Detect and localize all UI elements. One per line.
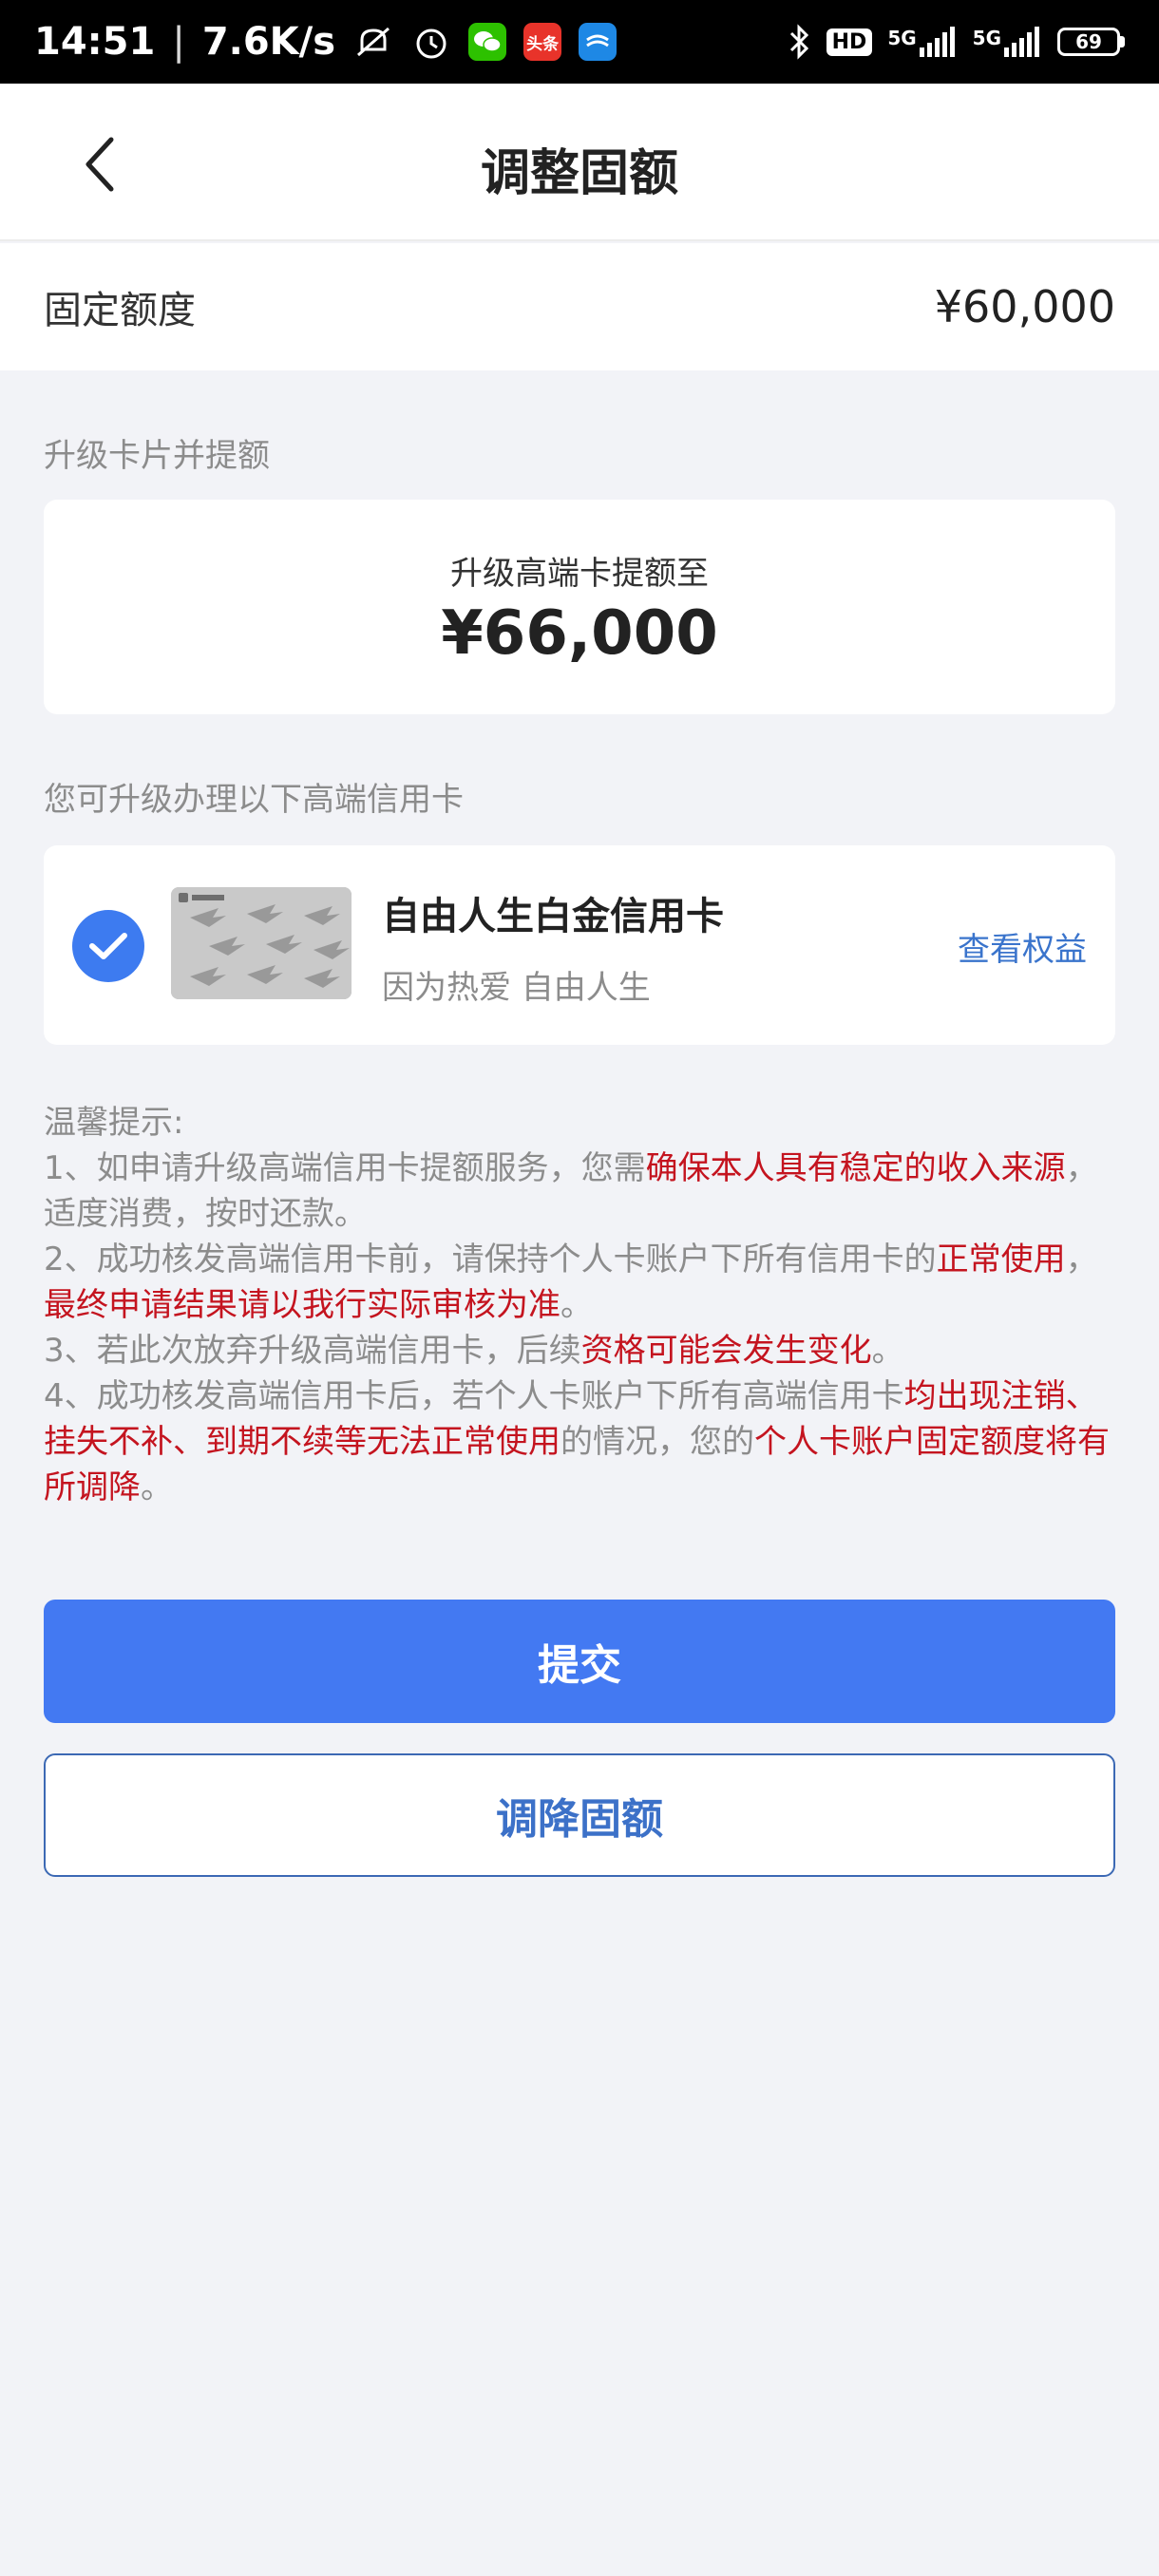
- hd-badge: HD: [826, 28, 873, 56]
- tip-highlight: 最终申请结果请以我行实际审核为准: [44, 1286, 560, 1324]
- selected-checkbox[interactable]: [72, 910, 144, 982]
- tip-text: 2、成功核发高端信用卡前，请保持个人卡账户下所有信用卡的: [44, 1241, 937, 1279]
- signal-sim1-icon: 5G: [887, 27, 957, 57]
- signal-sim2-icon: 5G: [973, 27, 1042, 57]
- tip-text: 。: [141, 1468, 173, 1506]
- network-speed: 7.6K/s: [201, 20, 336, 64]
- tip-item: 4、成功核发高端信用卡后，若个人卡账户下所有高端信用卡均出现注销、挂失不补、到期…: [44, 1373, 1121, 1510]
- fixed-limit-label: 固定额度: [44, 289, 196, 332]
- credit-card-image: [171, 887, 352, 999]
- upgrade-subtitle: 升级高端卡提额至: [450, 555, 709, 593]
- tip-text: 的情况，您的: [560, 1423, 754, 1461]
- check-icon: [89, 933, 127, 959]
- card-section-label: 您可升级办理以下高端信用卡: [44, 781, 464, 819]
- fixed-limit-row: 固定额度 ¥60,000: [0, 243, 1159, 370]
- status-bar: 14:51 | 7.6K/s 头条 HD 5G 5G 69: [0, 0, 1159, 84]
- tip-highlight: 确保本人具有稳定的收入来源: [645, 1149, 1066, 1187]
- mute-alarm-icon: [352, 21, 394, 63]
- tip-highlight: 资格可能会发生变化: [580, 1332, 872, 1370]
- alarm-clock-icon: [411, 22, 451, 62]
- decrease-limit-button[interactable]: 调降固额: [44, 1753, 1115, 1877]
- nav-bar: 调整固额: [0, 84, 1159, 241]
- tip-text: 1、如申请升级高端信用卡提额服务，您需: [44, 1149, 646, 1187]
- battery-icon: 69: [1057, 28, 1125, 56]
- submit-button[interactable]: 提交: [44, 1600, 1115, 1723]
- tip-item: 1、如申请升级高端信用卡提额服务，您需确保本人具有稳定的收入来源，适度消费，按时…: [44, 1146, 1121, 1237]
- page-title: 调整固额: [480, 145, 678, 202]
- tips-list: 1、如申请升级高端信用卡提额服务，您需确保本人具有稳定的收入来源，适度消费，按时…: [44, 1146, 1121, 1510]
- upgrade-amount: ¥66,000: [441, 598, 718, 669]
- credit-card-option[interactable]: 自由人生白金信用卡 因为热爱 自由人生 查看权益: [44, 845, 1115, 1045]
- tip-text: 3、若此次放弃升级高端信用卡，后续: [44, 1332, 581, 1370]
- fixed-limit-value: ¥60,000: [934, 281, 1115, 332]
- upgrade-limit-card: 升级高端卡提额至 ¥66,000: [44, 500, 1115, 714]
- tip-highlight: 正常使用: [936, 1241, 1066, 1279]
- app-icon: [579, 23, 618, 61]
- tip-text: 。: [560, 1286, 593, 1324]
- tip-text: ，: [1065, 1241, 1098, 1279]
- card-slogan: 因为热爱 自由人生: [382, 969, 651, 1007]
- tips-title: 温馨提示:: [44, 1104, 184, 1142]
- view-benefits-link[interactable]: 查看权益: [958, 923, 1087, 970]
- tip-item: 2、成功核发高端信用卡前，请保持个人卡账户下所有信用卡的正常使用， 最终申请结果请…: [44, 1237, 1121, 1328]
- tips-section: 温馨提示: 1、如申请升级高端信用卡提额服务，您需确保本人具有稳定的收入来源，适…: [44, 1100, 1121, 1510]
- card-name: 自由人生白金信用卡: [382, 895, 724, 938]
- status-time: 14:51: [34, 20, 156, 64]
- toutiao-icon: 头条: [523, 23, 562, 61]
- tip-text: 4、成功核发高端信用卡后，若个人卡账户下所有高端信用卡: [44, 1377, 904, 1415]
- bluetooth-icon: [787, 22, 811, 62]
- tip-item: 3、若此次放弃升级高端信用卡，后续资格可能会发生变化。: [44, 1328, 1121, 1373]
- upgrade-section-label: 升级卡片并提额: [44, 437, 270, 475]
- wechat-icon: [468, 23, 507, 61]
- tip-text: 。: [871, 1332, 904, 1370]
